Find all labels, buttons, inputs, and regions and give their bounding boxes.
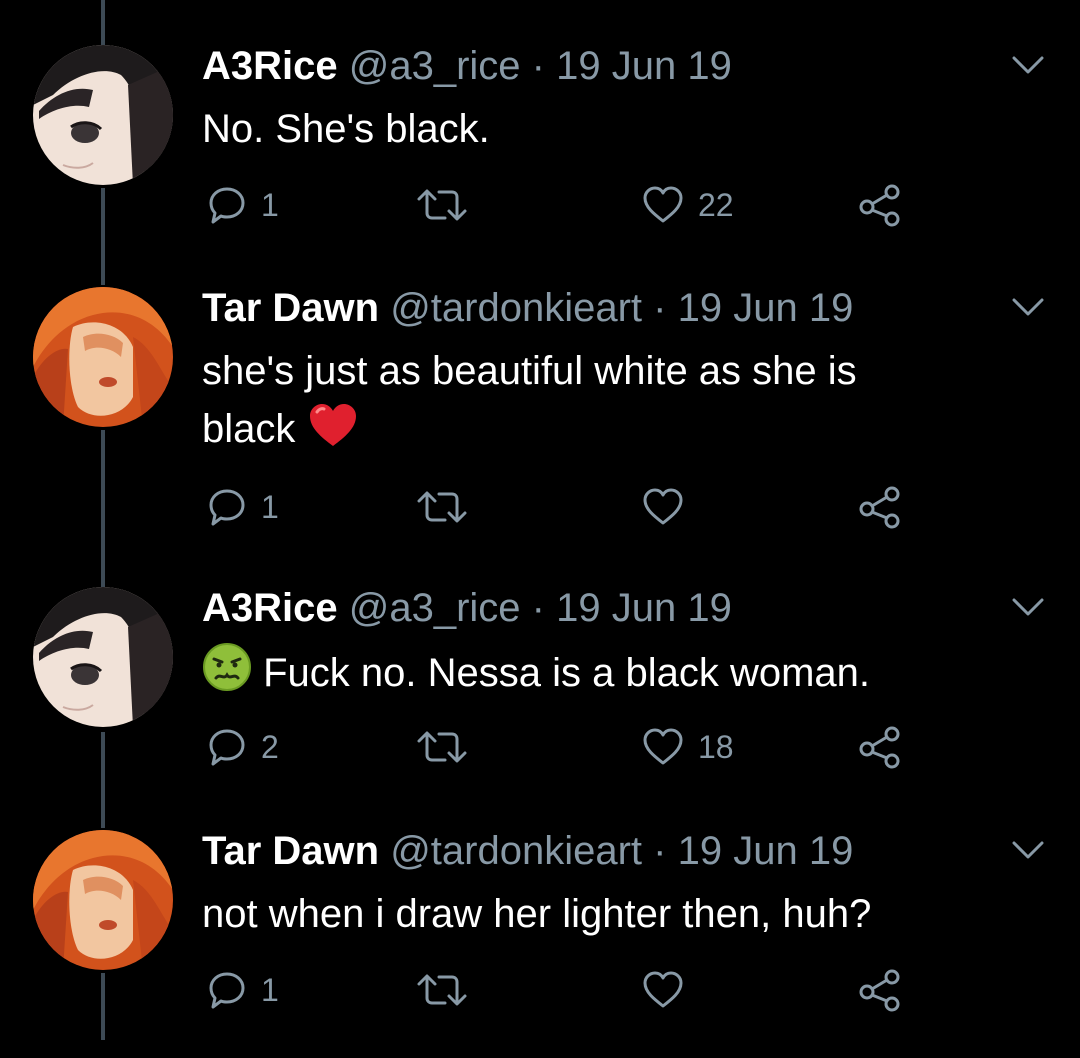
share-icon xyxy=(859,184,900,227)
orange-portrait-avatar-icon xyxy=(33,287,173,427)
user-handle[interactable]: @a3_rice xyxy=(349,586,521,630)
share-icon xyxy=(859,486,900,529)
timestamp[interactable]: 19 Jun 19 xyxy=(556,586,732,630)
reply-button[interactable]: 1 xyxy=(207,180,279,230)
tweet-actions: 1 xyxy=(0,965,1080,1015)
anime-girl-avatar-icon xyxy=(33,587,173,727)
tweet-text-line-wrap: black xyxy=(202,400,982,458)
like-button[interactable] xyxy=(642,482,698,532)
share-icon xyxy=(859,969,900,1012)
tweet[interactable]: A3Rice @a3_rice · 19 Jun 19 Fuck no. Nes… xyxy=(0,542,1080,812)
separator: · xyxy=(531,44,545,88)
reply-count: 2 xyxy=(261,728,279,765)
retweet-icon xyxy=(417,974,467,1006)
tweet-header: Tar Dawn @tardonkieart · 19 Jun 19 xyxy=(202,284,853,332)
avatar[interactable] xyxy=(33,287,173,427)
tweet[interactable]: A3Rice @a3_rice · 19 Jun 19 No. She's bl… xyxy=(0,0,1080,270)
retweet-icon xyxy=(417,189,467,221)
reply-button[interactable]: 1 xyxy=(207,965,279,1015)
timestamp[interactable]: 19 Jun 19 xyxy=(678,829,854,873)
like-count: 22 xyxy=(698,186,734,223)
share-button[interactable] xyxy=(858,180,902,230)
chevron-down-icon[interactable] xyxy=(1010,592,1046,622)
tweet-text-line: black xyxy=(202,407,296,451)
chevron-down-icon[interactable] xyxy=(1010,50,1046,80)
like-count: 18 xyxy=(698,728,734,765)
timestamp[interactable]: 19 Jun 19 xyxy=(556,44,732,88)
reply-icon xyxy=(209,489,245,526)
user-handle[interactable]: @tardonkieart xyxy=(390,829,642,873)
tweet-text: she's just as beautiful white as she is … xyxy=(202,342,982,458)
tweet-header: A3Rice @a3_rice · 19 Jun 19 xyxy=(202,584,732,632)
nauseated-face-emoji-icon xyxy=(203,643,251,691)
separator: · xyxy=(653,829,667,873)
share-button[interactable] xyxy=(858,482,902,532)
avatar[interactable] xyxy=(33,45,173,185)
like-button[interactable]: 22 xyxy=(642,180,734,230)
tweet[interactable]: Tar Dawn @tardonkieart · 19 Jun 19 not w… xyxy=(0,785,1080,1055)
like-button[interactable]: 18 xyxy=(642,722,734,772)
display-name[interactable]: A3Rice xyxy=(202,44,338,88)
user-handle[interactable]: @tardonkieart xyxy=(390,286,642,330)
tweet[interactable]: Tar Dawn @tardonkieart · 19 Jun 19 she's… xyxy=(0,242,1080,529)
display-name[interactable]: A3Rice xyxy=(202,586,338,630)
share-icon xyxy=(859,726,900,769)
reply-icon xyxy=(209,729,245,766)
heart-icon xyxy=(643,728,683,765)
retweet-button[interactable] xyxy=(415,180,483,230)
heart-icon xyxy=(643,488,683,525)
tweet-text: No. She's black. xyxy=(202,100,982,158)
tweet-text-line: No. She's black. xyxy=(202,107,490,151)
heart-icon xyxy=(643,971,683,1008)
tweet-text-line: not when i draw her lighter then, huh? xyxy=(202,892,872,936)
anime-girl-avatar-icon xyxy=(33,45,173,185)
tweet-header: A3Rice @a3_rice · 19 Jun 19 xyxy=(202,42,732,90)
tweet-text: not when i draw her lighter then, huh? xyxy=(202,885,982,943)
retweet-button[interactable] xyxy=(415,482,483,532)
timestamp[interactable]: 19 Jun 19 xyxy=(678,286,854,330)
tweet-text: Fuck no. Nessa is a black woman. xyxy=(202,642,982,702)
separator: · xyxy=(653,286,667,330)
retweet-icon xyxy=(417,491,467,523)
like-button[interactable] xyxy=(642,965,698,1015)
avatar[interactable] xyxy=(33,587,173,727)
tweet-text-line: Fuck no. Nessa is a black woman. xyxy=(263,651,871,695)
retweet-button[interactable] xyxy=(415,722,483,772)
display-name[interactable]: Tar Dawn xyxy=(202,829,379,873)
heart-icon xyxy=(643,186,683,223)
avatar[interactable] xyxy=(33,830,173,970)
reply-count: 1 xyxy=(261,971,279,1008)
separator: · xyxy=(531,586,545,630)
tweet-actions: 1 22 xyxy=(0,180,1080,230)
reply-icon xyxy=(209,187,245,224)
reply-icon xyxy=(209,972,245,1009)
retweet-icon xyxy=(417,731,467,763)
tweet-actions: 2 18 xyxy=(0,722,1080,772)
chevron-down-icon[interactable] xyxy=(1010,292,1046,322)
tweet-text-line: she's just as beautiful white as she is xyxy=(202,349,857,393)
reply-count: 1 xyxy=(261,488,279,525)
red-heart-emoji-icon xyxy=(309,404,356,446)
share-button[interactable] xyxy=(858,722,902,772)
reply-count: 1 xyxy=(261,186,279,223)
retweet-button[interactable] xyxy=(415,965,483,1015)
reply-button[interactable]: 2 xyxy=(207,722,279,772)
tweet-header: Tar Dawn @tardonkieart · 19 Jun 19 xyxy=(202,827,853,875)
tweet-actions: 1 xyxy=(0,482,1080,532)
share-button[interactable] xyxy=(858,965,902,1015)
user-handle[interactable]: @a3_rice xyxy=(349,44,521,88)
reply-button[interactable]: 1 xyxy=(207,482,279,532)
chevron-down-icon[interactable] xyxy=(1010,835,1046,865)
display-name[interactable]: Tar Dawn xyxy=(202,286,379,330)
orange-portrait-avatar-icon xyxy=(33,830,173,970)
